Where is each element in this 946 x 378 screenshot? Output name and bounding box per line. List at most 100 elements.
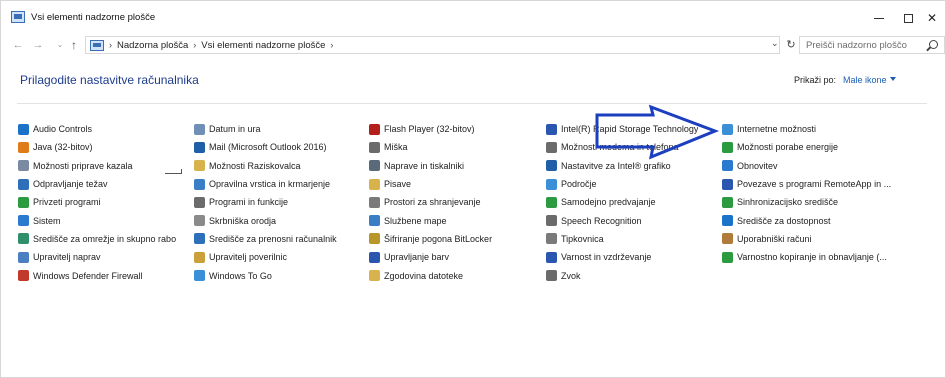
intel-graphics-icon bbox=[546, 160, 557, 172]
item-label: Windows To Go bbox=[209, 270, 272, 281]
breadcrumb-separator-icon[interactable]: › bbox=[109, 40, 112, 50]
items-column: Flash Player (32-bitov) Miška Naprave in t… bbox=[369, 120, 544, 285]
up-button[interactable]: ↑ bbox=[67, 38, 81, 52]
control-panel-item[interactable]: Odpravljanje težav bbox=[18, 175, 193, 193]
java-icon bbox=[18, 141, 29, 153]
control-panel-item[interactable]: Programi in funkcije bbox=[194, 193, 369, 211]
ease-of-access-icon bbox=[722, 215, 733, 227]
control-panel-item[interactable]: Središče za prenosni računalnik bbox=[194, 230, 369, 248]
item-label: Speech Recognition bbox=[561, 215, 642, 226]
control-panel-item[interactable]: Šifriranje pogona BitLocker bbox=[369, 230, 544, 248]
arrow-up-icon: ↑ bbox=[71, 38, 77, 52]
control-panel-item[interactable]: Mail (Microsoft Outlook 2016) bbox=[194, 138, 369, 156]
item-label: Službene mape bbox=[384, 215, 447, 226]
control-panel-item[interactable]: Središče za omrežje in skupno rabo bbox=[18, 230, 193, 248]
programs-features-icon bbox=[194, 196, 205, 208]
control-panel-item[interactable]: Možnosti Raziskovalca bbox=[194, 157, 369, 175]
control-panel-item[interactable]: Windows To Go bbox=[194, 266, 369, 284]
control-panel-item[interactable]: Uporabniški računi bbox=[722, 230, 897, 248]
control-panel-item[interactable]: Privzeti programi bbox=[18, 193, 193, 211]
search-icon bbox=[929, 40, 938, 49]
date-time-icon bbox=[194, 123, 205, 135]
item-label: Središče za prenosni računalnik bbox=[209, 233, 337, 244]
control-panel-item[interactable]: Sistem bbox=[18, 211, 193, 229]
fonts-icon bbox=[369, 178, 380, 190]
breadcrumb-all-items[interactable]: Vsi elementi nadzorne plošče bbox=[201, 40, 325, 51]
control-panel-item[interactable]: Java (32-bitov) bbox=[18, 138, 193, 156]
view-by-dropdown[interactable]: Male ikone bbox=[843, 75, 887, 85]
control-panel-item[interactable]: Audio Controls bbox=[18, 120, 193, 138]
item-label: Miška bbox=[384, 142, 408, 153]
control-panel-item[interactable]: Skrbniška orodja bbox=[194, 211, 369, 229]
firewall-icon bbox=[18, 270, 29, 282]
control-panel-item[interactable]: Upravitelj naprav bbox=[18, 248, 193, 266]
item-label: Upravljanje barv bbox=[384, 252, 450, 263]
header-divider bbox=[17, 103, 927, 104]
title-bar[interactable]: Vsi elementi nadzorne plošče ✕ bbox=[1, 1, 945, 35]
chevron-down-icon: ⌄ bbox=[56, 40, 64, 49]
close-button[interactable]: ✕ bbox=[919, 7, 945, 29]
item-label: Šifriranje pogona BitLocker bbox=[384, 233, 493, 244]
control-panel-item[interactable]: Službene mape bbox=[369, 211, 544, 229]
item-label: Varnostno kopiranje in obnavljanje (... bbox=[737, 252, 887, 263]
address-dropdown-icon[interactable]: ⌄ bbox=[771, 38, 779, 49]
dropdown-caret-icon[interactable] bbox=[890, 77, 896, 81]
forward-button[interactable]: → bbox=[31, 38, 45, 52]
item-label: Mail (Microsoft Outlook 2016) bbox=[209, 142, 327, 153]
credential-manager-icon bbox=[194, 251, 205, 263]
view-by-label: Prikaži po: bbox=[794, 75, 837, 85]
item-label: Sinhronizacijsko središče bbox=[737, 197, 839, 208]
color-management-icon bbox=[369, 251, 380, 263]
control-panel-item[interactable]: Varnostno kopiranje in obnavljanje (... bbox=[722, 248, 897, 266]
control-panel-item[interactable]: Področje bbox=[546, 175, 721, 193]
maximize-icon bbox=[903, 13, 913, 23]
control-panel-item[interactable]: Flash Player (32-bitov) bbox=[369, 120, 544, 138]
control-panel-item[interactable]: Središče za dostopnost bbox=[722, 211, 897, 229]
recent-locations-button[interactable]: ⌄ bbox=[53, 38, 67, 52]
control-panel-item[interactable]: Samodejno predvajanje bbox=[546, 193, 721, 211]
control-panel-item[interactable]: Naprave in tiskalniki bbox=[369, 157, 544, 175]
control-panel-item[interactable]: Zgodovina datoteke bbox=[369, 266, 544, 284]
audio-controls-icon bbox=[18, 123, 29, 135]
control-panel-item[interactable]: Povezave s programi RemoteApp in ... bbox=[722, 175, 897, 193]
control-panel-item[interactable]: Obnovitev bbox=[722, 157, 897, 175]
device-manager-icon bbox=[18, 251, 29, 263]
control-panel-icon bbox=[90, 39, 104, 51]
breadcrumb-separator-icon[interactable]: › bbox=[193, 40, 196, 50]
control-panel-item[interactable]: Windows Defender Firewall bbox=[18, 266, 193, 284]
search-input[interactable]: Preišči nadzorno ploščo bbox=[799, 36, 945, 54]
address-bar[interactable]: › Nadzorna plošča › Vsi elementi nadzorn… bbox=[85, 36, 780, 54]
item-label: Zgodovina datoteke bbox=[384, 270, 464, 281]
windows-to-go-icon bbox=[194, 270, 205, 282]
item-label: Sistem bbox=[33, 215, 61, 226]
control-panel-item[interactable]: Varnost in vzdrževanje bbox=[546, 248, 721, 266]
control-panel-item[interactable]: Opravilna vrstica in krmarjenje bbox=[194, 175, 369, 193]
navigation-bar: ← → ⌄ ↑ › Nadzorna plošča › Vsi elementi… bbox=[1, 35, 945, 55]
item-label: Audio Controls bbox=[33, 124, 93, 135]
system-icon bbox=[18, 215, 29, 227]
control-panel-item[interactable]: Možnosti porabe energije bbox=[722, 138, 897, 156]
control-panel-item[interactable]: Upravljanje barv bbox=[369, 248, 544, 266]
control-panel-item[interactable]: Zvok bbox=[546, 266, 721, 284]
refresh-button[interactable]: ↻ bbox=[784, 37, 798, 51]
control-panel-item[interactable]: Upravitelj poverilnic bbox=[194, 248, 369, 266]
control-panel-item[interactable]: Pisave bbox=[369, 175, 544, 193]
item-label: Odpravljanje težav bbox=[33, 179, 108, 190]
control-panel-item[interactable]: Datum in ura bbox=[194, 120, 369, 138]
back-button[interactable]: ← bbox=[11, 38, 25, 52]
breadcrumb-separator-icon[interactable]: › bbox=[330, 40, 333, 50]
control-panel-item[interactable]: Internetne možnosti bbox=[722, 120, 897, 138]
item-label: Uporabniški računi bbox=[737, 233, 812, 244]
control-panel-item[interactable]: Miška bbox=[369, 138, 544, 156]
explorer-options-icon bbox=[194, 160, 205, 172]
item-label: Skrbniška orodja bbox=[209, 215, 277, 226]
control-panel-item[interactable]: Speech Recognition bbox=[546, 211, 721, 229]
control-panel-item[interactable]: Sinhronizacijsko središče bbox=[722, 193, 897, 211]
minimize-icon bbox=[874, 17, 884, 19]
breadcrumb-control-panel[interactable]: Nadzorna plošča bbox=[117, 40, 188, 51]
sync-center-icon bbox=[722, 196, 733, 208]
power-options-icon bbox=[722, 141, 733, 153]
control-panel-item[interactable]: Prostori za shranjevanje bbox=[369, 193, 544, 211]
autoplay-icon bbox=[546, 196, 557, 208]
control-panel-item[interactable]: Tipkovnica bbox=[546, 230, 721, 248]
